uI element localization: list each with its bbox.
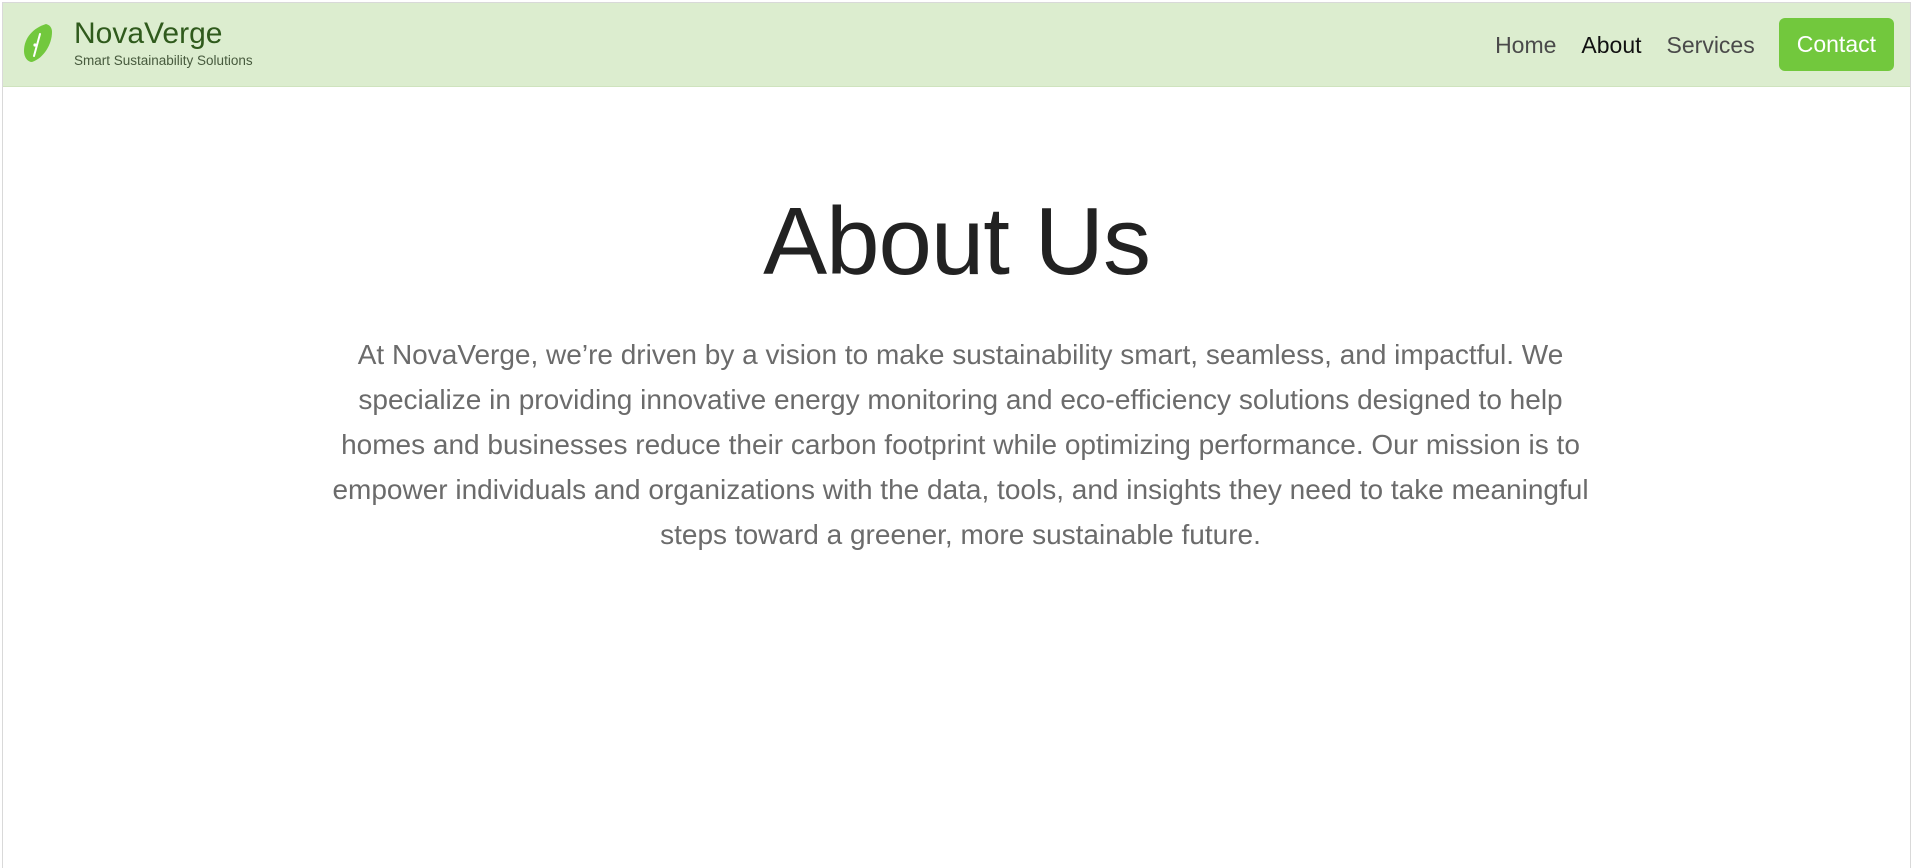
- leaf-icon: [19, 17, 55, 70]
- contact-button[interactable]: Contact: [1778, 18, 1894, 71]
- nav-link-about[interactable]: About: [1581, 19, 1641, 71]
- brand-tagline: Smart Sustainability Solutions: [74, 53, 253, 68]
- nav-link-home[interactable]: Home: [1495, 19, 1556, 71]
- nav-link-services[interactable]: Services: [1667, 19, 1755, 71]
- brand[interactable]: NovaVerge Smart Sustainability Solutions: [19, 17, 253, 70]
- page-title: About Us: [763, 188, 1151, 295]
- navbar: NovaVerge Smart Sustainability Solutions…: [3, 3, 1910, 87]
- main-nav: Home About Services Contact: [1470, 18, 1894, 71]
- about-description: At NovaVerge, we’re driven by a vision t…: [332, 339, 1589, 550]
- page-frame: NovaVerge Smart Sustainability Solutions…: [2, 2, 1911, 868]
- brand-name: NovaVerge: [74, 17, 223, 50]
- brand-text: NovaVerge Smart Sustainability Solutions: [74, 17, 253, 69]
